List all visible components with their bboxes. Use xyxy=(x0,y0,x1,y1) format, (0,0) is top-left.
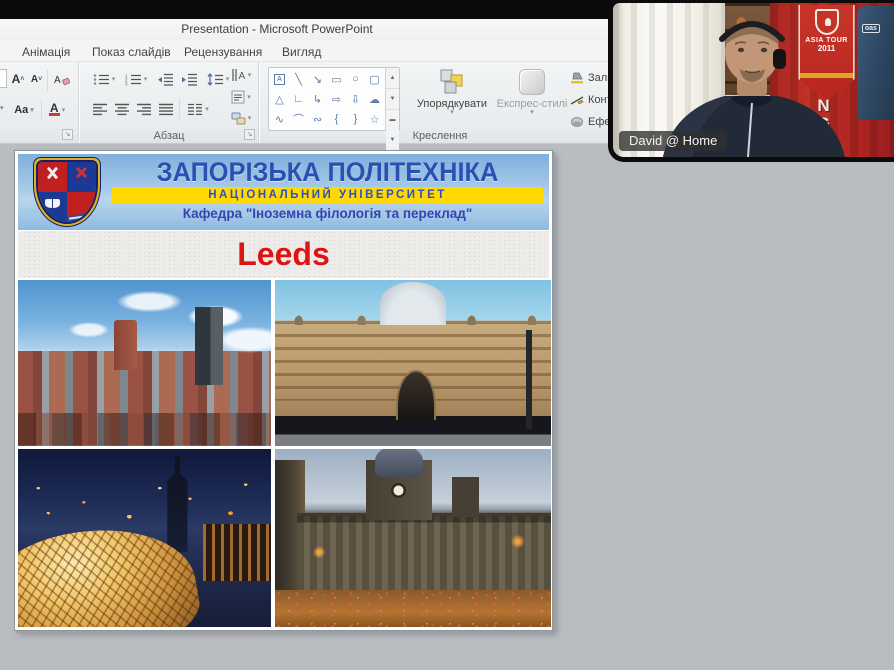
crest-dam-quarter xyxy=(67,192,96,222)
font-size-combo-remnant[interactable] xyxy=(0,69,7,88)
align-left-button[interactable] xyxy=(90,98,110,120)
shape-rounded-rect-icon[interactable]: ▢ xyxy=(365,69,384,89)
shape-down-arrow-icon[interactable]: ⇩ xyxy=(346,89,365,109)
shape-fill-icon xyxy=(570,72,584,84)
photo-leeds-skyline-day[interactable] xyxy=(18,280,271,446)
increase-indent-button[interactable] xyxy=(178,68,200,90)
shape-rectangle-icon[interactable]: ▭ xyxy=(327,69,346,89)
clear-formatting-icon[interactable]: A xyxy=(51,69,73,89)
shape-text-box-icon[interactable]: A xyxy=(270,69,289,89)
numbering-button[interactable]: 123 xyxy=(122,68,150,90)
photo-kirkgate-market[interactable]: MARKET xyxy=(275,280,551,446)
svg-text:3: 3 xyxy=(125,81,128,86)
shape-right-brace-icon[interactable]: } xyxy=(346,109,365,129)
art-church-spire xyxy=(167,456,187,552)
shape-left-brace-icon[interactable]: { xyxy=(327,109,346,129)
crest-hammers-quarter xyxy=(38,162,67,192)
paragraph-dialog-launcher[interactable]: ↘ xyxy=(244,129,255,140)
shape-elbow-arrow-icon[interactable]: ↳ xyxy=(308,89,327,109)
font-color-button[interactable]: A xyxy=(45,100,69,119)
university-subtitle: НАЦІОНАЛЬНИЙ УНІВЕРСИТЕТ xyxy=(208,189,447,201)
shapes-scroll-up-icon[interactable]: ▲ xyxy=(386,68,399,89)
shape-arc-icon[interactable]: ⌒ xyxy=(289,109,308,129)
align-text-button[interactable] xyxy=(226,87,256,107)
shapes-scroll-down-icon[interactable]: ▼ xyxy=(386,89,399,110)
justify-button[interactable] xyxy=(156,98,176,120)
shape-outline-icon xyxy=(570,94,584,106)
shape-elbow-connector-icon[interactable]: ∟ xyxy=(289,89,308,109)
ribbon-group-font: A˄ A˅ A ▾ Aa A ↘ xyxy=(0,62,79,143)
ribbon-group-paragraph: 123 xyxy=(80,62,259,143)
webcam-video: ONG ASIA TOUR 2011 oas xyxy=(613,3,894,157)
change-case-button[interactable]: Aa xyxy=(11,100,37,119)
slide-title: Leeds xyxy=(237,236,329,273)
text-direction-button[interactable]: A xyxy=(226,65,256,85)
convert-smartart-button[interactable] xyxy=(226,108,256,128)
webcam-name-label: David @ Home xyxy=(619,131,727,151)
screen: Presentation - Microsoft PowerPoint Анім… xyxy=(0,0,894,670)
arrange-icon xyxy=(439,69,465,95)
market-arch-sign: MARKET xyxy=(396,381,432,387)
webcam-overlay[interactable]: ONG ASIA TOUR 2011 oas xyxy=(608,0,894,162)
shape-oval-icon[interactable]: ○ xyxy=(346,69,365,89)
shape-cloud-icon[interactable]: ☁ xyxy=(365,89,384,109)
paragraph-group-label: Абзац xyxy=(80,130,258,142)
art-street-lamps xyxy=(275,449,551,627)
slide-canvas[interactable]: ЗАПОРІЗЬКА ПОЛІТЕХНІКА НАЦІОНАЛЬНИЙ УНІВ… xyxy=(14,150,553,631)
quick-styles-icon xyxy=(519,69,545,95)
art-lit-building xyxy=(203,524,271,581)
font-dialog-launcher[interactable]: ↘ xyxy=(62,129,73,140)
drawing-group-label: Креслення xyxy=(260,130,620,142)
art-brick-tower xyxy=(114,320,137,370)
crest-shield xyxy=(36,160,98,224)
crest-cross-quarter xyxy=(67,162,96,192)
slide-photo-grid: MARKET xyxy=(18,280,549,627)
font-combo-caret-remnant[interactable]: ▾ xyxy=(0,99,9,118)
crest-book-quarter xyxy=(38,192,67,222)
svg-text:A: A xyxy=(54,75,61,86)
decrease-indent-button[interactable] xyxy=(154,68,176,90)
photo-leeds-town-hall[interactable] xyxy=(275,449,551,627)
svg-text:A: A xyxy=(238,71,245,82)
shape-line-icon[interactable]: ╲ xyxy=(289,69,308,89)
shapes-gallery-cells: A ╲ ↘ ▭ ○ ▢ △ ∟ ↳ ⇨ ⇩ ☁ ∿ ⌒ ∾ { } xyxy=(269,68,385,130)
shapes-gallery-scrollbar: ▲ ▼ ▬▼ xyxy=(385,68,399,130)
shape-scribble-icon[interactable]: ∿ xyxy=(270,109,289,129)
slide-university-header[interactable]: ЗАПОРІЗЬКА ПОЛІТЕХНІКА НАЦІОНАЛЬНИЙ УНІВ… xyxy=(18,154,549,230)
shapes-gallery: A ╲ ↘ ▭ ○ ▢ △ ∟ ↳ ⇨ ⇩ ☁ ∿ ⌒ ∾ { } xyxy=(268,67,400,131)
shape-effects-icon xyxy=(570,116,584,128)
slide-title-box[interactable]: Leeds xyxy=(18,231,549,278)
arrange-button[interactable]: Упорядкувати ▾ xyxy=(412,65,492,137)
window-title: Presentation - Microsoft PowerPoint xyxy=(181,22,372,36)
art-traffic-light-pole xyxy=(526,330,532,430)
align-right-button[interactable] xyxy=(134,98,154,120)
shape-triangle-icon[interactable]: △ xyxy=(270,89,289,109)
university-name: ЗАПОРІЗЬКА ПОЛІТЕХНІКА xyxy=(123,157,532,188)
shape-curve-icon[interactable]: ∾ xyxy=(308,109,327,129)
grow-font-button[interactable]: A˄ xyxy=(9,69,27,89)
columns-button[interactable] xyxy=(184,98,212,120)
department-name: Кафедра "Іноземна філологія та переклад" xyxy=(110,206,545,221)
university-crest-logo xyxy=(34,158,100,226)
art-market-roofline xyxy=(283,303,545,325)
quick-styles-button[interactable]: Експрес-стилі ▾ xyxy=(496,65,568,137)
shape-arrow-line-icon[interactable]: ↘ xyxy=(308,69,327,89)
tab-animations[interactable]: Анімація xyxy=(16,43,76,61)
bullets-button[interactable] xyxy=(90,68,118,90)
tab-view[interactable]: Вигляд xyxy=(276,43,327,61)
editing-workspace[interactable]: ЗАПОРІЗЬКА ПОЛІТЕХНІКА НАЦІОНАЛЬНИЙ УНІВ… xyxy=(0,145,894,670)
align-center-button[interactable] xyxy=(112,98,132,120)
tab-slideshow[interactable]: Показ слайдів xyxy=(86,43,177,61)
university-subtitle-band: НАЦІОНАЛЬНИЙ УНІВЕРСИТЕТ xyxy=(112,187,543,203)
tab-review[interactable]: Рецензування xyxy=(178,43,268,61)
shrink-font-button[interactable]: A˅ xyxy=(28,69,45,89)
shape-right-arrow-icon[interactable]: ⇨ xyxy=(327,89,346,109)
shape-star-icon[interactable]: ☆ xyxy=(365,109,384,129)
photo-leeds-night-aerial[interactable] xyxy=(18,449,271,627)
